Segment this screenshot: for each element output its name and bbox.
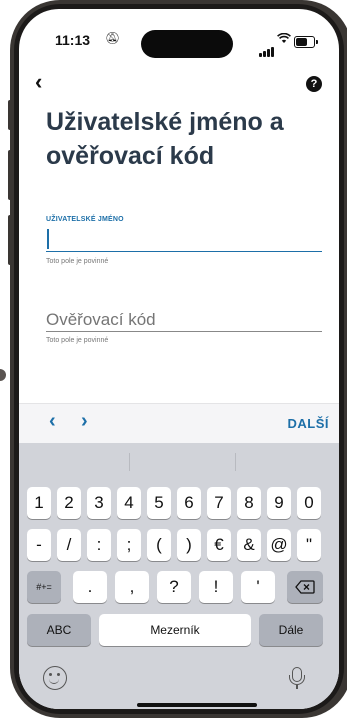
keyboard: 1 2 3 4 5 6 7 8 9 0 - / : ; ( ) € & @ " …	[19, 443, 339, 709]
previous-field-button[interactable]: ‹	[49, 410, 56, 433]
back-chevron-icon[interactable]: ‹	[35, 71, 42, 93]
key[interactable]: -	[27, 529, 51, 561]
key[interactable]: ?	[157, 571, 191, 603]
keyboard-row-punctuation: #+= . , ? ! '	[19, 571, 339, 605]
key[interactable]: €	[207, 529, 231, 561]
volume-up-button	[8, 150, 12, 200]
page-title: Uživatelské jméno a ověřovací kód	[46, 108, 284, 170]
key[interactable]: !	[199, 571, 233, 603]
verification-code-helper-text: Toto pole je povinné	[46, 337, 109, 344]
key[interactable]: &	[237, 529, 261, 561]
screen: 11:13 🔕︎ ‹ ? Uživatelské jméno a ověřova…	[19, 9, 339, 709]
cellular-signal-icon	[259, 39, 275, 57]
microphone-icon-stand	[289, 675, 305, 685]
home-indicator[interactable]	[137, 703, 257, 707]
key[interactable]: ;	[117, 529, 141, 561]
volume-down-button	[8, 215, 12, 265]
key[interactable]: 3	[87, 487, 111, 519]
abc-key[interactable]: ABC	[27, 614, 91, 646]
key[interactable]: '	[241, 571, 275, 603]
more-symbols-key[interactable]: #+=	[27, 571, 61, 603]
dynamic-island	[141, 30, 233, 58]
status-time: 11:13	[55, 32, 91, 48]
microphone-icon-base	[296, 685, 298, 689]
key[interactable]: 4	[117, 487, 141, 519]
keyboard-accessory-bar: ‹ › DALŠÍ	[19, 403, 339, 444]
username-label: UŽIVATELSKÉ JMÉNO	[46, 216, 124, 223]
bell-slash-icon: 🔕︎	[105, 31, 121, 45]
key[interactable]: 8	[237, 487, 261, 519]
key[interactable]: 1	[27, 487, 51, 519]
backspace-key[interactable]	[287, 571, 323, 603]
text-caret	[47, 229, 49, 249]
backspace-icon	[295, 580, 315, 594]
suggestion-bar	[19, 443, 339, 479]
username-helper-text: Toto pole je povinné	[46, 258, 109, 265]
key[interactable]: (	[147, 529, 171, 561]
next-button[interactable]: DALŠÍ	[288, 416, 330, 431]
keyboard-row-bottom: ABC Mezerník Dále	[19, 614, 339, 648]
space-key[interactable]: Mezerník	[99, 614, 251, 646]
key[interactable]: .	[73, 571, 107, 603]
key[interactable]: )	[177, 529, 201, 561]
next-field-button[interactable]: ›	[81, 410, 88, 433]
username-input[interactable]	[46, 227, 322, 252]
key[interactable]: 2	[57, 487, 81, 519]
key[interactable]: 0	[297, 487, 321, 519]
verification-code-input[interactable]	[46, 309, 322, 332]
key[interactable]: 6	[177, 487, 201, 519]
keyboard-row-numbers: 1 2 3 4 5 6 7 8 9 0	[19, 487, 339, 521]
wifi-icon	[277, 32, 291, 47]
key[interactable]: /	[57, 529, 81, 561]
key[interactable]: ,	[115, 571, 149, 603]
key[interactable]: "	[297, 529, 321, 561]
silent-switch	[8, 100, 12, 130]
suggestion-divider	[129, 453, 130, 471]
help-icon[interactable]: ?	[306, 76, 322, 92]
key[interactable]: @	[267, 529, 291, 561]
key[interactable]: :	[87, 529, 111, 561]
emoji-icon[interactable]	[43, 666, 67, 690]
keyboard-row-symbols: - / : ; ( ) € & @ "	[19, 529, 339, 563]
suggestion-divider	[235, 453, 236, 471]
status-bar: 11:13 🔕︎	[19, 9, 339, 58]
key[interactable]: 5	[147, 487, 171, 519]
side-indicator	[0, 369, 6, 381]
key[interactable]: 9	[267, 487, 291, 519]
return-key[interactable]: Dále	[259, 614, 323, 646]
key[interactable]: 7	[207, 487, 231, 519]
battery-icon	[294, 36, 318, 48]
